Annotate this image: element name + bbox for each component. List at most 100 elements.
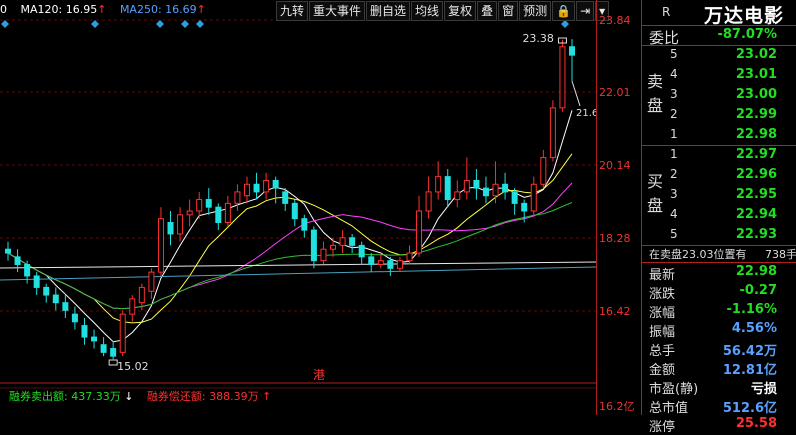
buy-level: 422.94 bbox=[642, 207, 796, 226]
order-status-hands: 738手 bbox=[765, 246, 796, 262]
candle bbox=[464, 180, 469, 191]
stat-row: 市盈(静)亏损市 bbox=[642, 378, 796, 397]
level-price: 22.99 bbox=[736, 107, 777, 122]
level-number: 3 bbox=[670, 87, 678, 101]
r-badge: R bbox=[662, 5, 670, 19]
level-price: 23.01 bbox=[736, 67, 777, 82]
stat-label: 涨跌 bbox=[649, 283, 675, 302]
arrow-up-icon: ↑ bbox=[262, 390, 271, 403]
ma-legend: 0 MA120: 16.95↑ MA250: 16.69↑ bbox=[0, 3, 216, 18]
candle bbox=[331, 245, 336, 249]
overlay-button[interactable]: 叠 bbox=[477, 1, 497, 21]
candle bbox=[111, 349, 116, 357]
y-tick: 18.28 bbox=[599, 232, 631, 245]
candle bbox=[34, 276, 39, 287]
stat-label: 振幅 bbox=[649, 321, 675, 340]
candle bbox=[570, 47, 575, 55]
chart-toolbar: 九转 重大事件 删自选 均线 复权 叠 窗 预测 🔒 ⇥ ▾ bbox=[276, 1, 610, 21]
candle bbox=[359, 245, 364, 256]
event-marker-icon bbox=[91, 20, 99, 28]
level-price: 22.93 bbox=[736, 227, 777, 242]
stat-value: -0.27 bbox=[740, 283, 777, 298]
stat-label: 涨停 bbox=[649, 416, 675, 435]
candle bbox=[531, 184, 536, 211]
y-tick: 23.84 bbox=[599, 14, 631, 27]
candle bbox=[178, 215, 183, 234]
candle bbox=[340, 238, 345, 246]
candle bbox=[130, 299, 135, 314]
stat-value: 56.42万 bbox=[723, 340, 777, 359]
candle bbox=[397, 261, 402, 269]
sell-level: 122.98 bbox=[642, 127, 796, 146]
candle bbox=[321, 249, 326, 260]
candle bbox=[445, 177, 450, 200]
ma60-value: 0 bbox=[0, 3, 7, 16]
forecast-button[interactable]: 预测 bbox=[519, 1, 551, 21]
stat-label: 最新 bbox=[649, 264, 675, 283]
candle bbox=[493, 184, 498, 195]
stat-label: 总手 bbox=[649, 340, 675, 359]
event-marker-icon bbox=[156, 20, 164, 28]
short-sell-value: 437.33万 bbox=[71, 390, 121, 403]
buy-level: 222.96 bbox=[642, 167, 796, 186]
stock-header: R 万达电影 bbox=[642, 0, 796, 25]
weibi-row: 委比 -87.07% bbox=[642, 27, 796, 46]
event-marker-icon bbox=[196, 20, 204, 28]
candle bbox=[72, 314, 77, 322]
stat-label: 总市值 bbox=[649, 397, 688, 416]
high-label: 23.38 bbox=[522, 32, 554, 45]
stat-label: 市盈(静) bbox=[649, 378, 698, 397]
candle bbox=[187, 211, 192, 215]
lock-icon[interactable]: 🔒 bbox=[552, 1, 575, 21]
sell-level: 323.00 bbox=[642, 87, 796, 106]
remove-watchlist-button[interactable]: 删自选 bbox=[366, 1, 410, 21]
level-number: 1 bbox=[670, 147, 678, 161]
candle bbox=[149, 272, 154, 291]
level-price: 22.97 bbox=[736, 147, 777, 162]
event-marker-icon bbox=[181, 20, 189, 28]
stat-value: 12.81亿 bbox=[723, 359, 777, 378]
major-events-button[interactable]: 重大事件 bbox=[309, 1, 365, 21]
stat-row: 涨停25.58跌 bbox=[642, 416, 796, 435]
candle bbox=[25, 264, 30, 275]
level-price: 22.96 bbox=[736, 167, 777, 182]
event-marker-icon bbox=[1, 20, 9, 28]
ma5-line bbox=[8, 110, 572, 341]
candle bbox=[158, 219, 163, 272]
candle bbox=[15, 257, 20, 265]
candle bbox=[82, 326, 87, 337]
dock-icon[interactable]: ⇥ bbox=[576, 1, 594, 21]
stat-row: 最新22.98开 bbox=[642, 264, 796, 283]
candle bbox=[407, 253, 412, 261]
hk-marker: 港 bbox=[313, 368, 325, 382]
kline-chart[interactable]: 23.3815.0221.65港 bbox=[0, 0, 596, 415]
candle bbox=[426, 192, 431, 211]
level-number: 1 bbox=[670, 127, 678, 141]
level-number: 5 bbox=[670, 47, 678, 61]
stat-row: 总手56.42万换 bbox=[642, 340, 796, 359]
candle bbox=[350, 238, 355, 246]
candle bbox=[512, 192, 517, 203]
stat-value: 亏损 bbox=[751, 378, 777, 397]
arrow-down-icon: ↓ bbox=[124, 390, 133, 403]
candle bbox=[417, 211, 422, 253]
window-button[interactable]: 窗 bbox=[498, 1, 518, 21]
nine-turn-button[interactable]: 九转 bbox=[276, 1, 308, 21]
ma250-label: MA250: 16.69↑ bbox=[120, 3, 206, 16]
stat-value: -1.16% bbox=[727, 302, 778, 317]
low-marker bbox=[109, 360, 117, 365]
level-number: 5 bbox=[670, 227, 678, 241]
candle bbox=[6, 249, 11, 253]
moving-average-button[interactable]: 均线 bbox=[411, 1, 443, 21]
level-price: 23.02 bbox=[736, 47, 777, 62]
level-price: 22.95 bbox=[736, 187, 777, 202]
candle bbox=[283, 192, 288, 203]
sell-level: 222.99 bbox=[642, 107, 796, 126]
divider bbox=[642, 45, 796, 46]
candle bbox=[483, 188, 488, 196]
candle bbox=[92, 337, 97, 341]
adjust-button[interactable]: 复权 bbox=[444, 1, 476, 21]
candle bbox=[541, 158, 546, 185]
stat-value: 512.6亿 bbox=[723, 397, 777, 416]
ma40-line bbox=[8, 203, 572, 309]
